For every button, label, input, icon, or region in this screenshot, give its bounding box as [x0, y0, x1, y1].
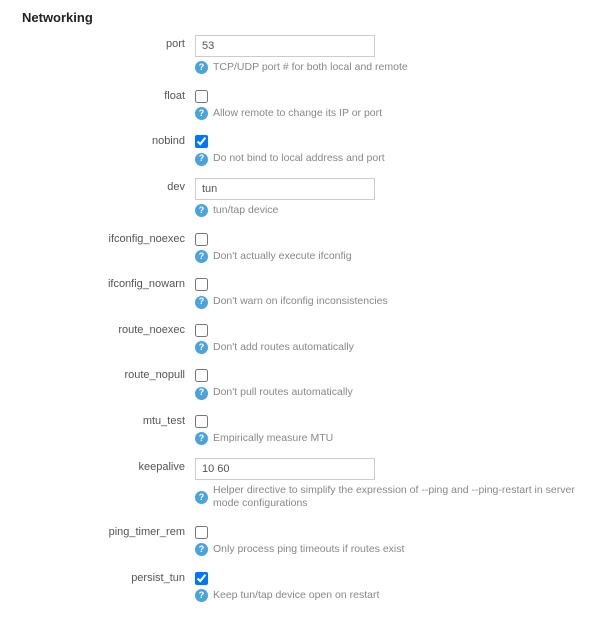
help-icon[interactable]: ?: [195, 432, 208, 445]
help-icon[interactable]: ?: [195, 296, 208, 309]
field-ifconfig-nowarn: ? Don't warn on ifconfig inconsistencies: [195, 275, 594, 309]
mtu-test-checkbox[interactable]: [195, 415, 208, 428]
field-ping-timer-rem: ? Only process ping timeouts if routes e…: [195, 523, 594, 557]
field-float: ? Allow remote to change its IP or port: [195, 87, 594, 121]
help-keepalive: ? Helper directive to simplify the expre…: [195, 484, 594, 511]
field-nobind: ? Do not bind to local address and port: [195, 132, 594, 166]
help-text-ping-timer-rem: Only process ping timeouts if routes exi…: [213, 543, 404, 557]
ifconfig-noexec-checkbox[interactable]: [195, 233, 208, 246]
row-nobind: nobind ? Do not bind to local address an…: [20, 132, 594, 166]
help-text-route-noexec: Don't add routes automatically: [213, 341, 354, 355]
help-icon[interactable]: ?: [195, 204, 208, 217]
row-route-noexec: route_noexec ? Don't add routes automati…: [20, 321, 594, 355]
nobind-checkbox[interactable]: [195, 135, 208, 148]
label-port: port: [20, 35, 195, 50]
label-dev: dev: [20, 178, 195, 193]
label-nobind: nobind: [20, 132, 195, 147]
help-icon[interactable]: ?: [195, 589, 208, 602]
help-route-noexec: ? Don't add routes automatically: [195, 341, 594, 355]
label-ifconfig-nowarn: ifconfig_nowarn: [20, 275, 195, 290]
route-noexec-checkbox[interactable]: [195, 324, 208, 337]
row-port: port ? TCP/UDP port # for both local and…: [20, 35, 594, 75]
label-ifconfig-noexec: ifconfig_noexec: [20, 230, 195, 245]
label-route-noexec: route_noexec: [20, 321, 195, 336]
label-route-nopull: route_nopull: [20, 366, 195, 381]
help-nobind: ? Do not bind to local address and port: [195, 152, 594, 166]
help-text-float: Allow remote to change its IP or port: [213, 107, 382, 121]
help-icon[interactable]: ?: [195, 543, 208, 556]
help-icon[interactable]: ?: [195, 341, 208, 354]
label-persist-tun: persist_tun: [20, 569, 195, 584]
help-icon[interactable]: ?: [195, 153, 208, 166]
row-keepalive: keepalive ? Helper directive to simplify…: [20, 458, 594, 511]
field-mtu-test: ? Empirically measure MTU: [195, 412, 594, 446]
help-text-keepalive: Helper directive to simplify the express…: [213, 484, 594, 511]
row-ifconfig-nowarn: ifconfig_nowarn ? Don't warn on ifconfig…: [20, 275, 594, 309]
help-persist-tun: ? Keep tun/tap device open on restart: [195, 589, 594, 603]
field-route-nopull: ? Don't pull routes automatically: [195, 366, 594, 400]
help-ifconfig-nowarn: ? Don't warn on ifconfig inconsistencies: [195, 295, 594, 309]
help-text-persist-tun: Keep tun/tap device open on restart: [213, 589, 379, 603]
field-port: ? TCP/UDP port # for both local and remo…: [195, 35, 594, 75]
field-route-noexec: ? Don't add routes automatically: [195, 321, 594, 355]
field-persist-tun: ? Keep tun/tap device open on restart: [195, 569, 594, 603]
label-mtu-test: mtu_test: [20, 412, 195, 427]
field-ifconfig-noexec: ? Don't actually execute ifconfig: [195, 230, 594, 264]
row-persist-tun: persist_tun ? Keep tun/tap device open o…: [20, 569, 594, 603]
help-text-mtu-test: Empirically measure MTU: [213, 432, 333, 446]
row-float: float ? Allow remote to change its IP or…: [20, 87, 594, 121]
float-checkbox[interactable]: [195, 90, 208, 103]
help-route-nopull: ? Don't pull routes automatically: [195, 386, 594, 400]
help-dev: ? tun/tap device: [195, 204, 594, 218]
help-text-ifconfig-noexec: Don't actually execute ifconfig: [213, 250, 352, 264]
help-text-nobind: Do not bind to local address and port: [213, 152, 385, 166]
label-ping-timer-rem: ping_timer_rem: [20, 523, 195, 538]
help-icon[interactable]: ?: [195, 387, 208, 400]
help-port: ? TCP/UDP port # for both local and remo…: [195, 61, 594, 75]
row-ping-timer-rem: ping_timer_rem ? Only process ping timeo…: [20, 523, 594, 557]
help-text-route-nopull: Don't pull routes automatically: [213, 386, 353, 400]
help-ping-timer-rem: ? Only process ping timeouts if routes e…: [195, 543, 594, 557]
help-icon[interactable]: ?: [195, 250, 208, 263]
help-text-ifconfig-nowarn: Don't warn on ifconfig inconsistencies: [213, 295, 388, 309]
help-ifconfig-noexec: ? Don't actually execute ifconfig: [195, 250, 594, 264]
help-mtu-test: ? Empirically measure MTU: [195, 432, 594, 446]
help-icon[interactable]: ?: [195, 491, 208, 504]
row-route-nopull: route_nopull ? Don't pull routes automat…: [20, 366, 594, 400]
dev-input[interactable]: [195, 178, 375, 200]
help-text-port: TCP/UDP port # for both local and remote: [213, 61, 408, 75]
ifconfig-nowarn-checkbox[interactable]: [195, 278, 208, 291]
route-nopull-checkbox[interactable]: [195, 369, 208, 382]
help-float: ? Allow remote to change its IP or port: [195, 107, 594, 121]
row-mtu-test: mtu_test ? Empirically measure MTU: [20, 412, 594, 446]
help-icon[interactable]: ?: [195, 61, 208, 74]
field-keepalive: ? Helper directive to simplify the expre…: [195, 458, 594, 511]
section-title-networking: Networking: [22, 10, 594, 25]
label-float: float: [20, 87, 195, 102]
label-keepalive: keepalive: [20, 458, 195, 473]
keepalive-input[interactable]: [195, 458, 375, 480]
row-dev: dev ? tun/tap device: [20, 178, 594, 218]
row-ifconfig-noexec: ifconfig_noexec ? Don't actually execute…: [20, 230, 594, 264]
port-input[interactable]: [195, 35, 375, 57]
persist-tun-checkbox[interactable]: [195, 572, 208, 585]
help-icon[interactable]: ?: [195, 107, 208, 120]
field-dev: ? tun/tap device: [195, 178, 594, 218]
help-text-dev: tun/tap device: [213, 204, 278, 218]
